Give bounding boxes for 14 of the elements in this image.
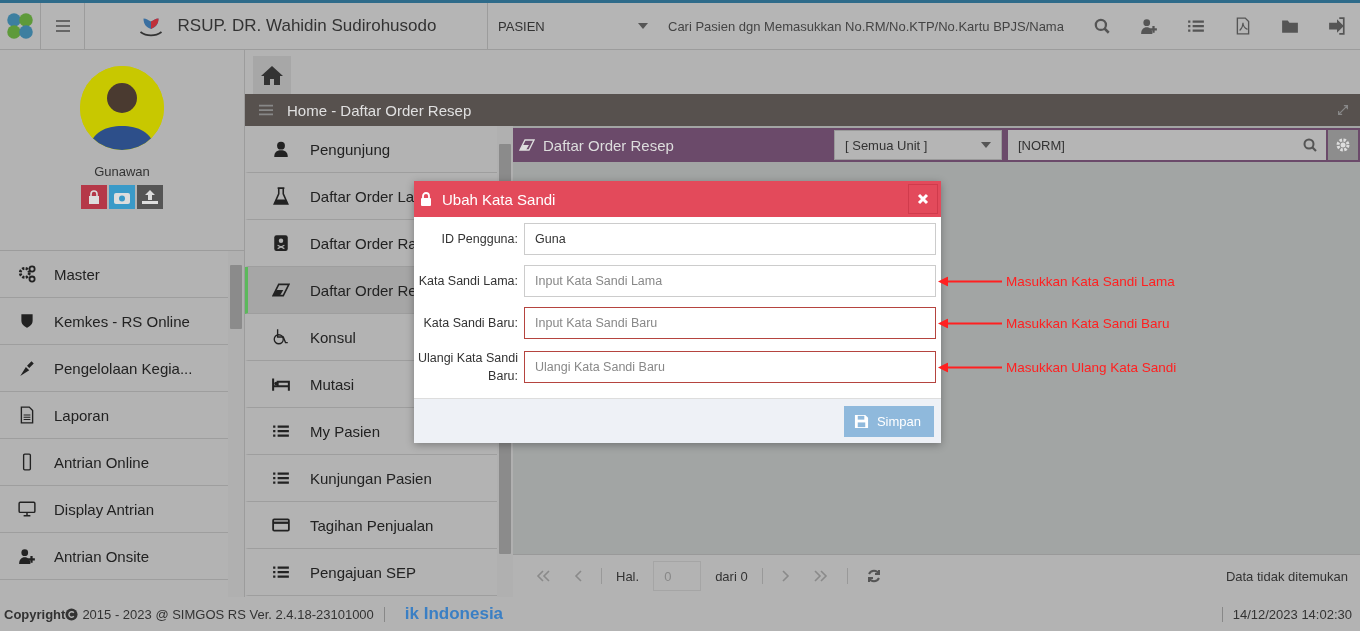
annotation-text: Masukkan Ulang Kata Sandi — [1006, 359, 1177, 375]
annotation-text: Masukkan Kata Sandi Baru — [1006, 315, 1170, 331]
copyright-label: Copyright — [4, 606, 66, 622]
breadcrumb: Home - Daftar Order Resep — [287, 101, 472, 119]
panel-title: Daftar Order Resep — [543, 136, 674, 154]
copyright-text: 2015 - 2023 @ SIMGOS RS Ver. 2.4.18-23101000 — [82, 606, 385, 622]
page-label: Hal. — [616, 568, 640, 584]
hospital-name: RSUP. DR. Wahidin Sudirohusodo — [177, 16, 437, 36]
status-text: Data tidak ditemukan — [1225, 568, 1348, 584]
page-count: dari 0 — [715, 568, 748, 584]
date-time: 14/12/2023 14:02:30 — [1221, 606, 1352, 622]
user-name: Gunawan — [94, 164, 150, 179]
brand-name: ik Indonesia — [404, 604, 504, 624]
annotation-text: Masukkan Kata Sandi Lama — [1006, 273, 1175, 289]
